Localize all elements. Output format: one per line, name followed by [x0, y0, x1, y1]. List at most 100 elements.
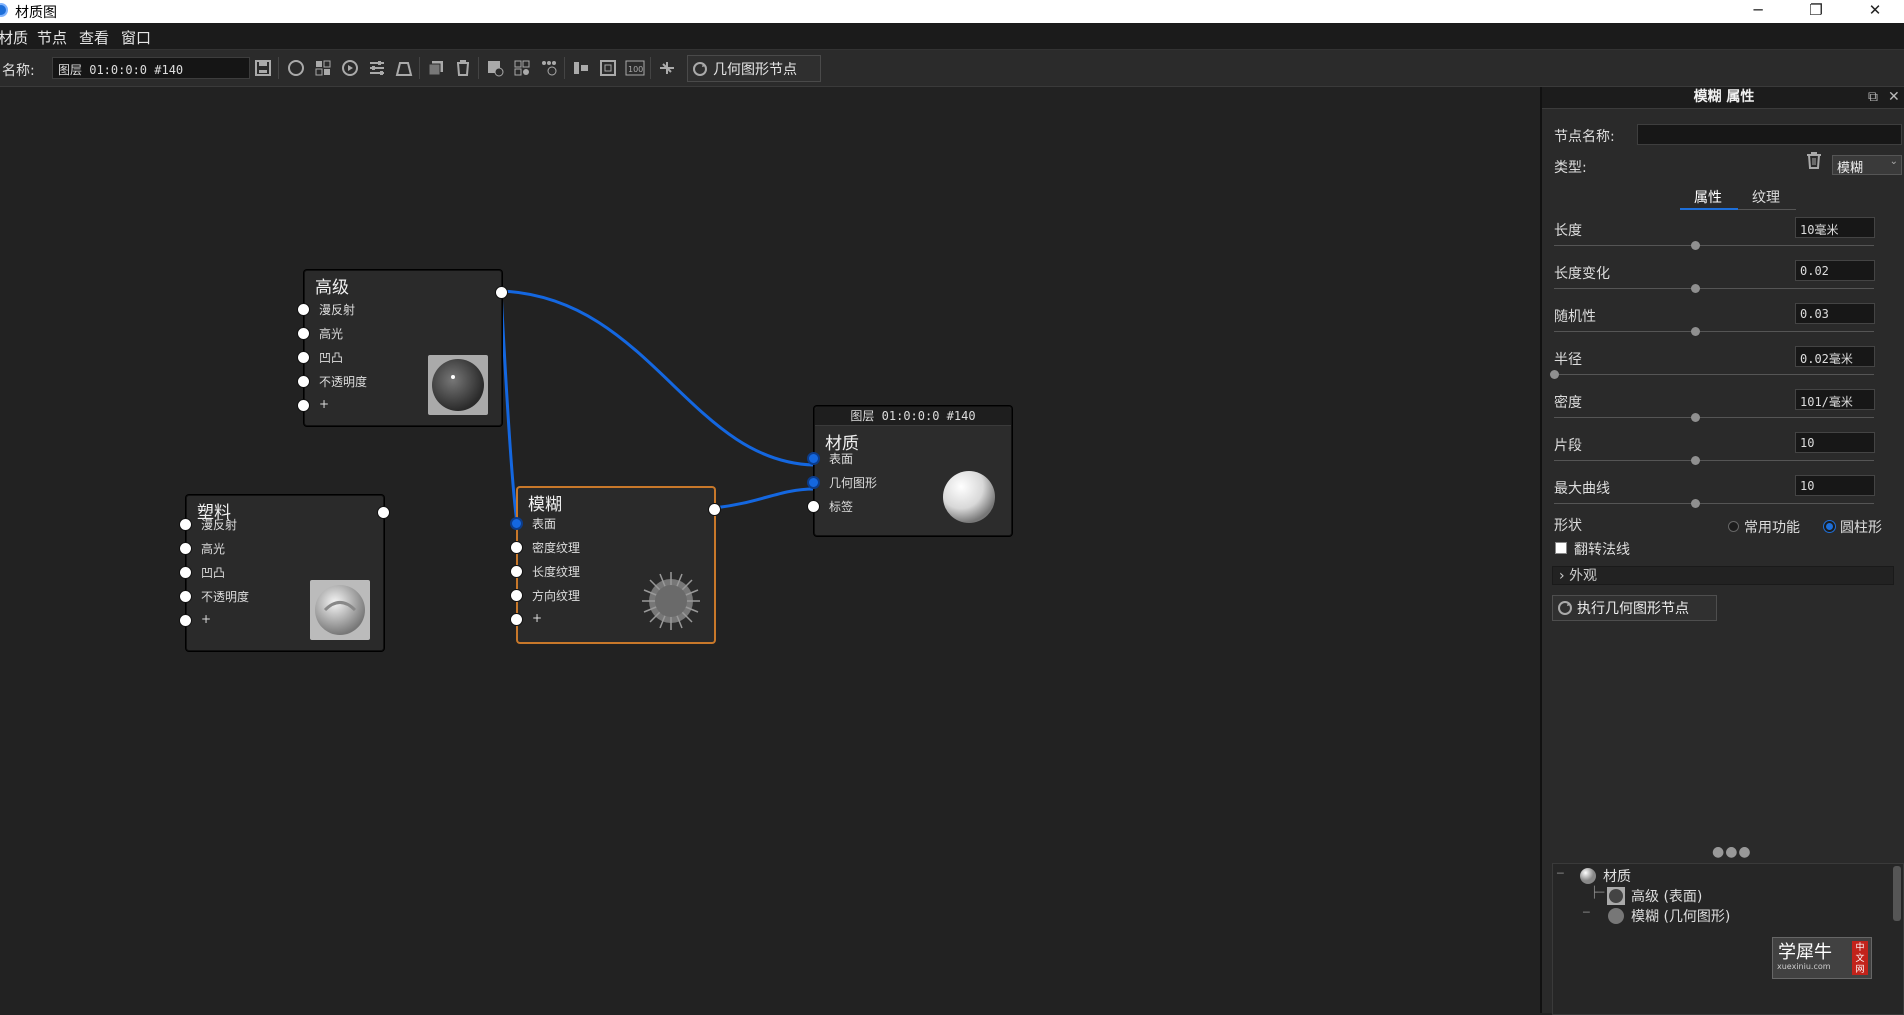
trash-icon[interactable]	[1804, 150, 1824, 175]
tab-properties[interactable]: 属性	[1694, 187, 1722, 207]
shape-radio-common[interactable]	[1728, 521, 1739, 532]
chevron-down-icon: ⌄	[1889, 156, 1898, 167]
prop-radius-input[interactable]: 0.02毫米	[1795, 346, 1875, 367]
prop-segments-input[interactable]: 10	[1795, 432, 1875, 453]
slider-knob[interactable]	[1550, 370, 1559, 379]
node-grid-icon[interactable]	[510, 56, 534, 80]
port-input[interactable]	[510, 589, 523, 602]
port-input[interactable]	[510, 541, 523, 554]
tree-item-material[interactable]: 材质	[1579, 866, 1631, 886]
fit-view-icon[interactable]	[596, 56, 620, 80]
close-button[interactable]: ✕	[1852, 0, 1898, 23]
port-input[interactable]	[297, 375, 310, 388]
prop-length-slider[interactable]	[1554, 241, 1874, 250]
refresh-icon[interactable]	[338, 56, 362, 80]
port-label: 高光	[319, 327, 344, 341]
node-title: 高级	[315, 278, 349, 298]
slider-knob[interactable]	[1690, 284, 1700, 293]
node-name-input[interactable]	[1637, 124, 1902, 145]
weight-icon[interactable]	[392, 56, 416, 80]
prop-density-slider[interactable]	[1554, 413, 1874, 422]
menu-node[interactable]: 节点	[37, 27, 67, 48]
port-label: 漫反射	[201, 518, 238, 532]
port-input[interactable]	[179, 614, 192, 627]
copy-icon[interactable]	[424, 56, 448, 80]
layout-icon[interactable]	[311, 56, 335, 80]
node-blur[interactable]: 模糊 表面 密度纹理 长度纹理 方向纹理 +	[510, 487, 721, 643]
menu-view[interactable]: 查看	[79, 27, 109, 48]
prop-length-variation-slider[interactable]	[1554, 284, 1874, 293]
prop-density-input[interactable]: 101/毫米	[1795, 389, 1875, 410]
sphere-icon	[1580, 868, 1596, 884]
port-input[interactable]	[807, 476, 820, 489]
prop-length-input[interactable]: 10毫米	[1795, 217, 1875, 238]
chevron-right-icon: ›	[1559, 568, 1565, 584]
prop-max-curve-slider[interactable]	[1554, 499, 1874, 508]
port-input[interactable]	[297, 303, 310, 316]
save-icon[interactable]	[251, 56, 275, 80]
port-input[interactable]	[807, 500, 820, 513]
node-material-output[interactable]: 图层 01:0:0:0 #140 材质 表面 几何图形 标签	[807, 406, 1012, 536]
slider-knob[interactable]	[1690, 327, 1700, 336]
port-input[interactable]	[807, 452, 820, 465]
port-input[interactable]	[510, 613, 523, 626]
port-input[interactable]	[179, 590, 192, 603]
arrange-icon[interactable]	[569, 56, 593, 80]
port-input[interactable]	[179, 542, 192, 555]
node-canvas[interactable]: 高级 漫反射 高光 凹凸 不透明度 + 塑料 漫反射 高光 凹凸 不透明度 +	[0, 87, 1537, 1013]
port-input[interactable]	[297, 399, 310, 412]
appearance-section[interactable]: › 外观	[1552, 566, 1894, 585]
prop-randomness-input[interactable]: 0.03	[1795, 303, 1875, 324]
node-plastic[interactable]: 塑料 漫反射 高光 凹凸 不透明度 +	[179, 495, 390, 651]
tab-texture[interactable]: 纹理	[1752, 187, 1780, 207]
port-input[interactable]	[179, 566, 192, 579]
slider-knob[interactable]	[1690, 241, 1700, 250]
prop-length-variation-input[interactable]: 0.02	[1795, 260, 1875, 281]
slider-knob[interactable]	[1690, 456, 1700, 465]
slider-knob[interactable]	[1690, 499, 1700, 508]
fur-icon	[1608, 908, 1624, 924]
node-advanced[interactable]: 高级 漫反射 高光 凹凸 不透明度 +	[297, 270, 508, 426]
add-node-icon[interactable]	[483, 56, 507, 80]
zoom-100-icon[interactable]: 100	[623, 56, 647, 80]
execute-geometry-button[interactable]: 执行几何图形节点	[1552, 595, 1717, 621]
prop-max-curve-input[interactable]: 10	[1795, 475, 1875, 496]
minimize-button[interactable]: ─	[1735, 0, 1781, 23]
prop-radius-slider[interactable]	[1550, 370, 1874, 379]
maximize-button[interactable]: ❐	[1793, 0, 1839, 23]
port-label: 方向纹理	[532, 589, 581, 603]
prop-segments-slider[interactable]	[1554, 456, 1874, 465]
sliders-icon[interactable]	[365, 56, 389, 80]
material-thumbnail	[310, 580, 370, 640]
port-input[interactable]	[510, 517, 523, 530]
split-icon[interactable]	[655, 56, 679, 80]
sphere-preview-icon[interactable]	[284, 56, 308, 80]
port-input[interactable]	[297, 351, 310, 364]
port-label: 长度纹理	[532, 565, 581, 579]
delete-icon[interactable]	[451, 56, 475, 80]
port-input[interactable]	[297, 327, 310, 340]
port-input[interactable]	[510, 565, 523, 578]
flip-normals-checkbox[interactable]	[1555, 542, 1567, 554]
port-output[interactable]	[708, 503, 721, 516]
tree-item-advanced[interactable]: 高级 (表面)	[1607, 886, 1702, 906]
tree-scrollbar[interactable]	[1893, 866, 1901, 921]
port-output[interactable]	[377, 506, 390, 519]
node-dots-icon[interactable]	[537, 56, 561, 80]
fur-thumbnail	[642, 572, 700, 630]
float-icon[interactable]: ⧉	[1868, 89, 1878, 105]
port-input[interactable]	[179, 518, 192, 531]
shape-radio-cylinder[interactable]	[1824, 521, 1835, 532]
port-output[interactable]	[495, 286, 508, 299]
tree-item-blur[interactable]: 模糊 (几何图形)	[1607, 906, 1730, 926]
name-field[interactable]: 图层 01:0:0:0 #140	[52, 57, 250, 79]
toolbar: 名称: 图层 01:0:0:0 #140 100 几何图形节点	[0, 50, 1904, 87]
menu-material[interactable]: 材质	[0, 27, 28, 48]
splitter-handle[interactable]: ●●●	[1712, 844, 1752, 860]
type-select[interactable]: 模糊 ⌄	[1832, 155, 1902, 176]
slider-knob[interactable]	[1690, 413, 1700, 422]
menu-window[interactable]: 窗口	[121, 27, 151, 48]
geometry-node-button[interactable]: 几何图形节点	[687, 55, 821, 82]
prop-randomness-slider[interactable]	[1554, 327, 1874, 336]
close-panel-icon[interactable]: ✕	[1888, 89, 1900, 105]
